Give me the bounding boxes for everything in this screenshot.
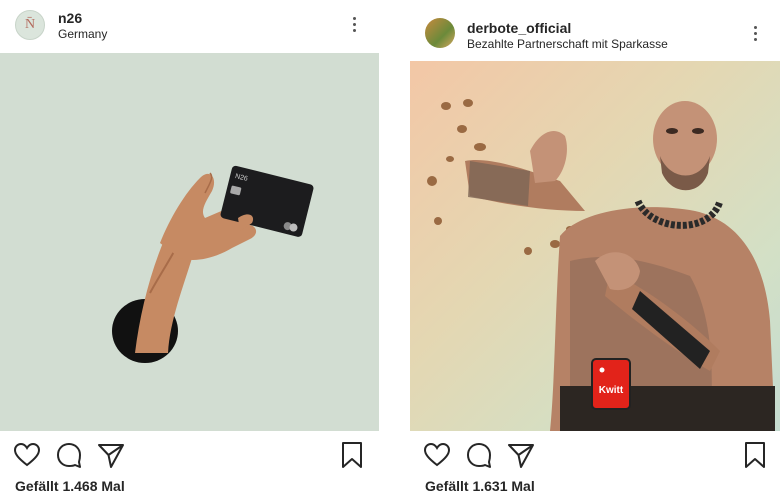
post-header: N̄ n26 Germany (0, 0, 379, 52)
post-header: derbote_official Bezahlte Partnerschaft … (410, 0, 780, 52)
bookmark-icon[interactable] (740, 440, 770, 470)
post-actions (0, 440, 379, 470)
post-derbote: derbote_official Bezahlte Partnerschaft … (410, 0, 780, 500)
heart-icon[interactable] (422, 440, 452, 470)
more-vertical-icon[interactable] (349, 15, 359, 35)
n26-card-hand-image: N26 (0, 53, 379, 431)
location[interactable]: Germany (58, 27, 107, 41)
coin-throw-image: Kwitt (410, 61, 780, 431)
post-photo[interactable]: N26 (0, 53, 379, 431)
post-n26: N̄ n26 Germany N26 Gefällt 1.468 Mal (0, 0, 379, 500)
post-photo[interactable]: Kwitt (410, 61, 780, 431)
comment-icon[interactable] (54, 440, 84, 470)
paper-plane-icon[interactable] (96, 440, 126, 470)
avatar[interactable] (425, 18, 455, 48)
post-actions (410, 440, 780, 470)
avatar[interactable]: N̄ (15, 10, 45, 40)
comment-icon[interactable] (464, 440, 494, 470)
more-vertical-icon[interactable] (750, 24, 760, 44)
username[interactable]: n26 (58, 10, 82, 26)
bookmark-icon[interactable] (337, 440, 367, 470)
likes-count[interactable]: Gefällt 1.468 Mal (15, 478, 125, 494)
paper-plane-icon[interactable] (506, 440, 536, 470)
likes-count[interactable]: Gefällt 1.631 Mal (425, 478, 535, 494)
avatar-letter: N̄ (24, 17, 36, 32)
heart-icon[interactable] (12, 440, 42, 470)
kwitt-phone-label: Kwitt (599, 385, 624, 396)
username[interactable]: derbote_official (467, 20, 571, 36)
paid-partnership-label[interactable]: Bezahlte Partnerschaft mit Sparkasse (467, 37, 668, 51)
